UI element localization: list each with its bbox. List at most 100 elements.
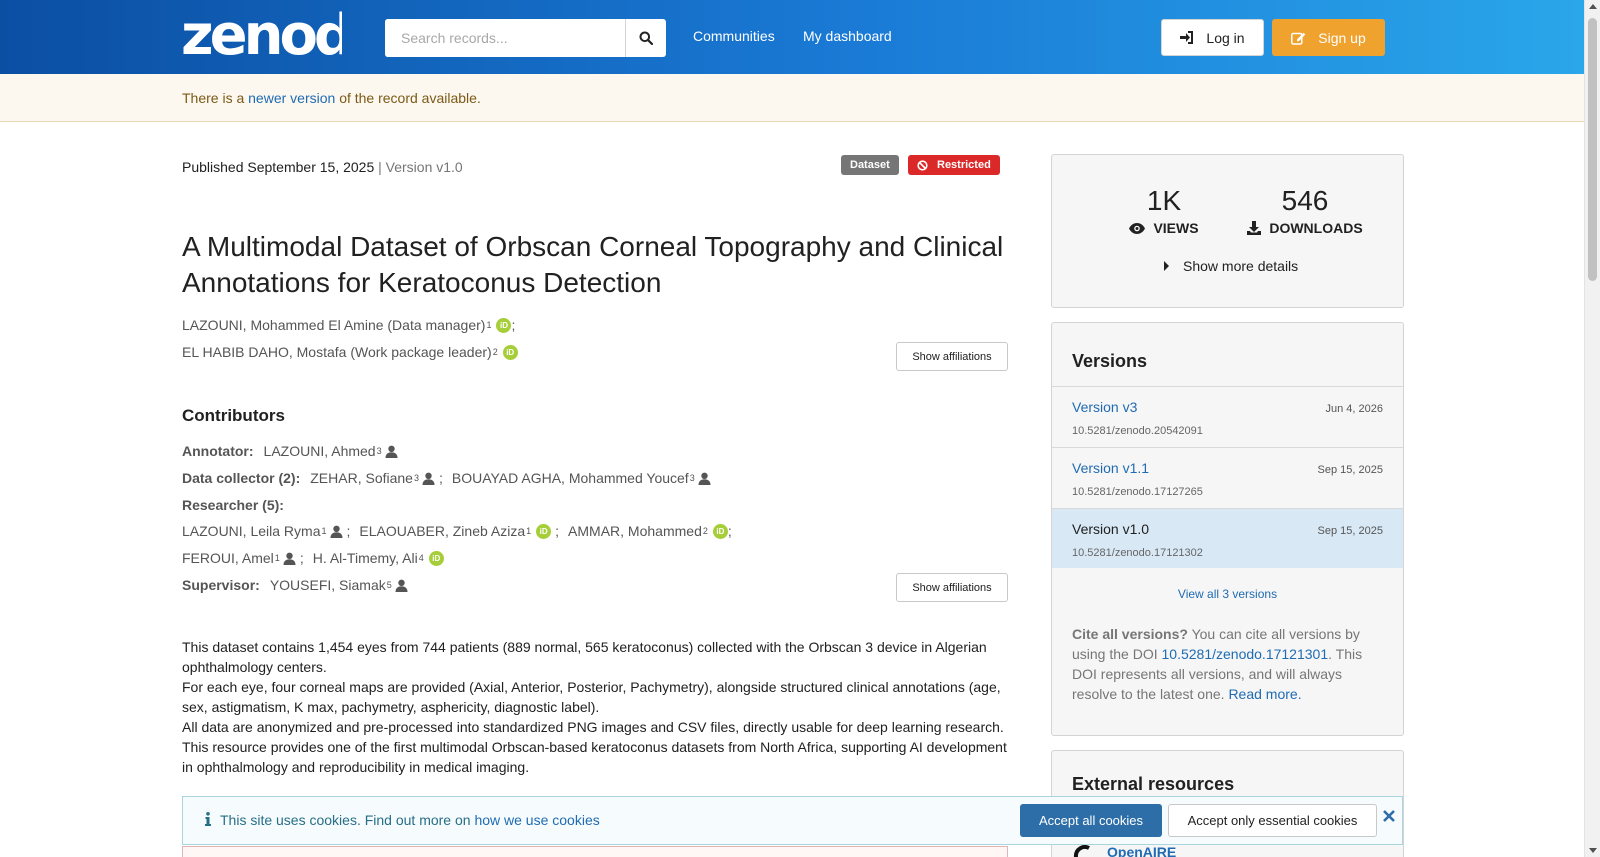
contributor-name: YOUSEFI, Siamak [269,577,386,593]
views-count: 1K [1146,185,1182,216]
separator: ; [438,470,443,486]
user-icon [395,579,408,592]
contributor-row-annotator: Annotator: LAZOUNI, Ahmed 3 [182,443,398,459]
accept-essential-cookies-button[interactable]: Accept only essential cookies [1168,804,1377,837]
contributor[interactable]: LAZOUNI, Ahmed 3 [264,443,398,459]
record-title: A Multimodal Dataset of Orbscan Corneal … [182,231,1004,298]
contributor-row-researcher-role: Researcher (5): [182,497,294,513]
accept-all-cookies-button[interactable]: Accept all cookies [1020,804,1162,837]
contributor-name: AMMAR, Mohammed [568,523,702,539]
cookie-policy-link[interactable]: how we use cookies [474,812,599,828]
creator-name[interactable]: EL HABIB DAHO, Mostafa (Work package lea… [182,344,492,360]
ban-icon [917,159,928,171]
version-date: Sep 15, 2025 [1317,525,1383,537]
description-paragraph: For each eye, four corneal maps are prov… [182,679,1001,715]
separator: ; [346,523,351,539]
sign-in-icon [1180,31,1194,44]
show-contributor-affiliations-button[interactable]: Show affiliations [896,573,1008,602]
stats-card: 1K VIEWS 546 DOWNLOADS Show more details [1051,154,1404,308]
dataset-badge-label: Dataset [850,159,890,171]
caret-right-icon [1164,261,1169,271]
read-more-link[interactable]: Read more. [1228,686,1301,702]
orcid-icon[interactable]: iD [496,317,512,333]
orcid-icon[interactable]: iD [502,344,518,360]
view-all-versions-link[interactable]: View all 3 versions [1052,587,1403,601]
user-icon [283,552,296,565]
scroll-thumb[interactable] [1588,18,1597,281]
publication-info: Published September 15, 2025 | Version v… [182,159,463,175]
version-item[interactable]: Version v3 Jun 4, 2026 10.5281/zenodo.20… [1052,386,1403,446]
record-description: This dataset contains 1,454 eyes from 74… [182,637,1012,777]
nav-communities[interactable]: Communities [693,28,775,44]
login-label: Log in [1206,29,1245,46]
newer-version-link[interactable]: newer version [248,90,335,106]
version-name: Version v3 [1072,399,1138,415]
show-affiliations-button[interactable]: Show affiliations [896,342,1008,371]
version-date: Jun 4, 2026 [1325,403,1384,415]
contributor-name: FEROUI, Amel [182,550,274,566]
openaire-label: OpenAIRE [1107,844,1177,857]
contributor-row-data-collector: Data collector (2): ZEHAR, Sofiane 3 ; BO… [182,470,711,486]
versions-heading: Versions [1072,351,1148,371]
signup-button[interactable]: Sign up [1272,19,1385,56]
version-doi: 10.5281/zenodo.17121302 [1072,547,1203,559]
dataset-badge: Dataset [841,155,899,175]
scrollbar[interactable] [1584,0,1600,857]
contributor-affiliation-number: 4 [418,553,424,563]
external-resources-heading: External resources [1072,774,1235,794]
version-item-current[interactable]: Version v1.0 Sep 15, 2025 10.5281/zenodo… [1052,508,1403,568]
creator-2: EL HABIB DAHO, Mostafa (Work package lea… [182,344,518,360]
search-input[interactable] [385,19,625,57]
contributor[interactable]: AMMAR, Mohammed 2 iD [568,523,728,539]
contributor[interactable]: LAZOUNI, Leila Ryma 1 [182,523,343,539]
search-bar [385,19,666,57]
version-item[interactable]: Version v1.1 Sep 15, 2025 10.5281/zenodo… [1052,447,1403,507]
views-label: VIEWS [1153,220,1199,236]
downloads-label-row: DOWNLOADS [1242,220,1368,236]
cite-heading: Cite all versions? [1072,626,1188,642]
orcid-icon[interactable]: iD [536,523,552,539]
openaire-icon [1073,845,1090,857]
description-paragraph: This resource provides one of the first … [182,739,1007,775]
info-icon [205,812,211,826]
downloads-label: DOWNLOADS [1269,220,1363,236]
restricted-access-box [182,846,1008,857]
version-name: Version v1.1 [1072,460,1150,476]
contributor[interactable]: H. Al-Timemy, Ali 4 iD [313,550,444,566]
creator-1: LAZOUNI, Mohammed El Amine (Data manager… [182,317,515,333]
orcid-icon[interactable]: iD [712,523,728,539]
contributor-name: BOUAYAD AGHA, Mohammed Youcef [451,470,689,486]
login-button[interactable]: Log in [1161,19,1264,56]
role-label: Supervisor: [182,577,260,593]
newer-version-notice: There is a newer version of the record a… [0,74,1584,122]
concept-doi-link[interactable]: 10.5281/zenodo.17121301 [1162,646,1329,662]
contributor[interactable]: FEROUI, Amel 1 [182,550,296,566]
user-icon [422,472,435,485]
creator-name[interactable]: LAZOUNI, Mohammed El Amine (Data manager… [182,317,485,333]
contributor[interactable]: ZEHAR, Sofiane 3 [310,470,435,486]
close-icon[interactable] [1383,810,1395,822]
description-paragraph: This dataset contains 1,454 eyes from 74… [182,639,987,675]
show-more-details-toggle[interactable]: Show more details [1164,258,1298,274]
contributor-name: ELAOUABER, Zineb Aziza [359,523,526,539]
separator: ; [299,550,304,566]
orcid-icon[interactable]: iD [428,550,444,566]
svg-text:zenodo: zenodo [181,8,342,62]
version-date: Sep 15, 2025 [1317,464,1383,476]
zenodo-logo[interactable]: zenodo [181,8,342,62]
contributor[interactable]: ELAOUABER, Zineb Aziza 1 iD [359,523,552,539]
cookie-text: This site uses cookies. Find out more on… [220,812,600,828]
contributor-row-researchers-1: LAZOUNI, Leila Ryma 1 ; ELAOUABER, Zineb … [182,523,732,539]
nav-my-dashboard[interactable]: My dashboard [803,28,892,44]
openaire-link[interactable]: OpenAIRE [1071,844,1176,857]
description-paragraph: All data are anonymized and pre-processe… [182,719,1004,735]
search-button[interactable] [625,19,666,57]
scroll-up-arrow[interactable] [1589,4,1597,9]
contributor-row-supervisor: Supervisor: YOUSEFI, Siamak 5 [182,577,408,593]
contributor[interactable]: BOUAYAD AGHA, Mohammed Youcef 3 [452,470,711,486]
cookie-message: This site uses cookies. Find out more on [220,812,471,828]
scroll-down-arrow[interactable] [1589,848,1597,853]
contributor[interactable]: YOUSEFI, Siamak 5 [270,577,408,593]
version-doi: 10.5281/zenodo.17127265 [1072,486,1203,498]
separator: ; [727,523,732,539]
